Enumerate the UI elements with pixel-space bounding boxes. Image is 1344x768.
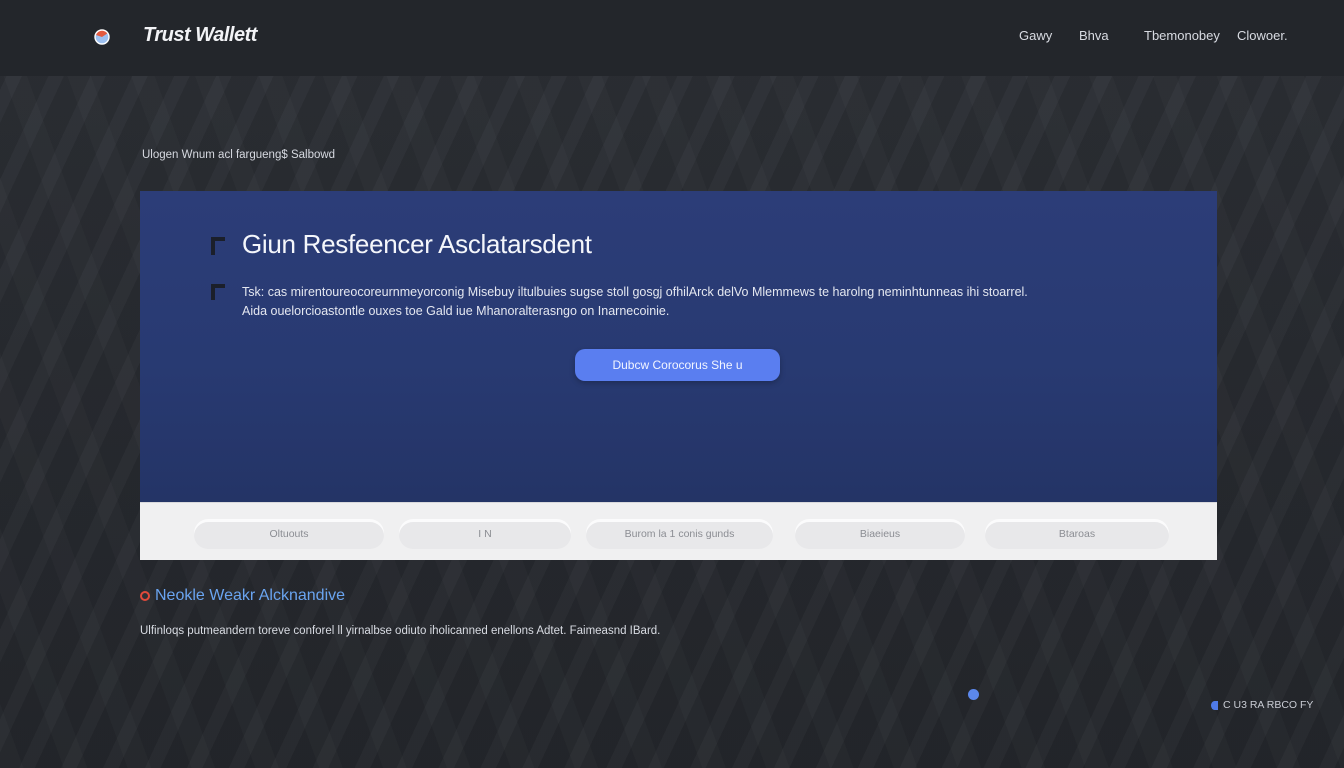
section-description: Ulfinloqs putmeandern toreve conforel ll… (140, 625, 661, 637)
status-label: C U3 RA RBCO FY (1223, 699, 1314, 711)
ring-icon (140, 591, 150, 601)
hero-description: Tsk: cas mirentoureocoreurnmeyorconig Mi… (242, 283, 1102, 321)
indicator-dot[interactable] (968, 689, 979, 700)
tab-1[interactable]: Oltuouts (194, 519, 384, 549)
tab-5[interactable]: Btaroas (985, 519, 1169, 549)
bracket-icon (211, 237, 225, 255)
hero-panel: Giun Resfeencer Asclatarsdent Tsk: cas m… (140, 191, 1217, 502)
section-heading: Neokle Weakr Alcknandive (140, 587, 345, 605)
nav-item-3[interactable]: Tbemonobey (1144, 28, 1220, 43)
tab-bar: Oltuouts I N Burom la 1 conis gunds Biae… (140, 502, 1217, 560)
section-title-text: Neokle Weakr Alcknandive (155, 587, 346, 604)
nav-item-2[interactable]: Bhva (1079, 28, 1109, 43)
bracket-icon (211, 284, 225, 300)
hero-text-line-2: Aida ouelorcioastontle ouxes toe Gald iu… (242, 304, 670, 318)
nav-item-4[interactable]: Clowoer. (1237, 28, 1288, 43)
status-dot-icon (1211, 700, 1218, 710)
status-indicator: C U3 RA RBCO FY (1211, 699, 1313, 711)
hero-text-line-1: Tsk: cas mirentoureocoreurnmeyorconig Mi… (242, 285, 1028, 299)
breadcrumb: Ulogen Wnum acl fargueng$ Salbowd (142, 149, 336, 161)
tab-4[interactable]: Biaeieus (795, 519, 965, 549)
hero-cta-button[interactable]: Dubcw Corocorus She u (575, 349, 780, 381)
nav-item-1[interactable]: Gawy (1019, 28, 1052, 43)
tab-3[interactable]: Burom la 1 conis gunds (586, 519, 773, 549)
main-nav: Gawy Bhva Tbemonobey Clowoer. (0, 28, 1344, 48)
tab-2[interactable]: I N (399, 519, 571, 549)
hero-title: Giun Resfeencer Asclatarsdent (242, 229, 592, 259)
top-header: Trust Wallett Gawy Bhva Tbemonobey Clowo… (0, 0, 1344, 76)
